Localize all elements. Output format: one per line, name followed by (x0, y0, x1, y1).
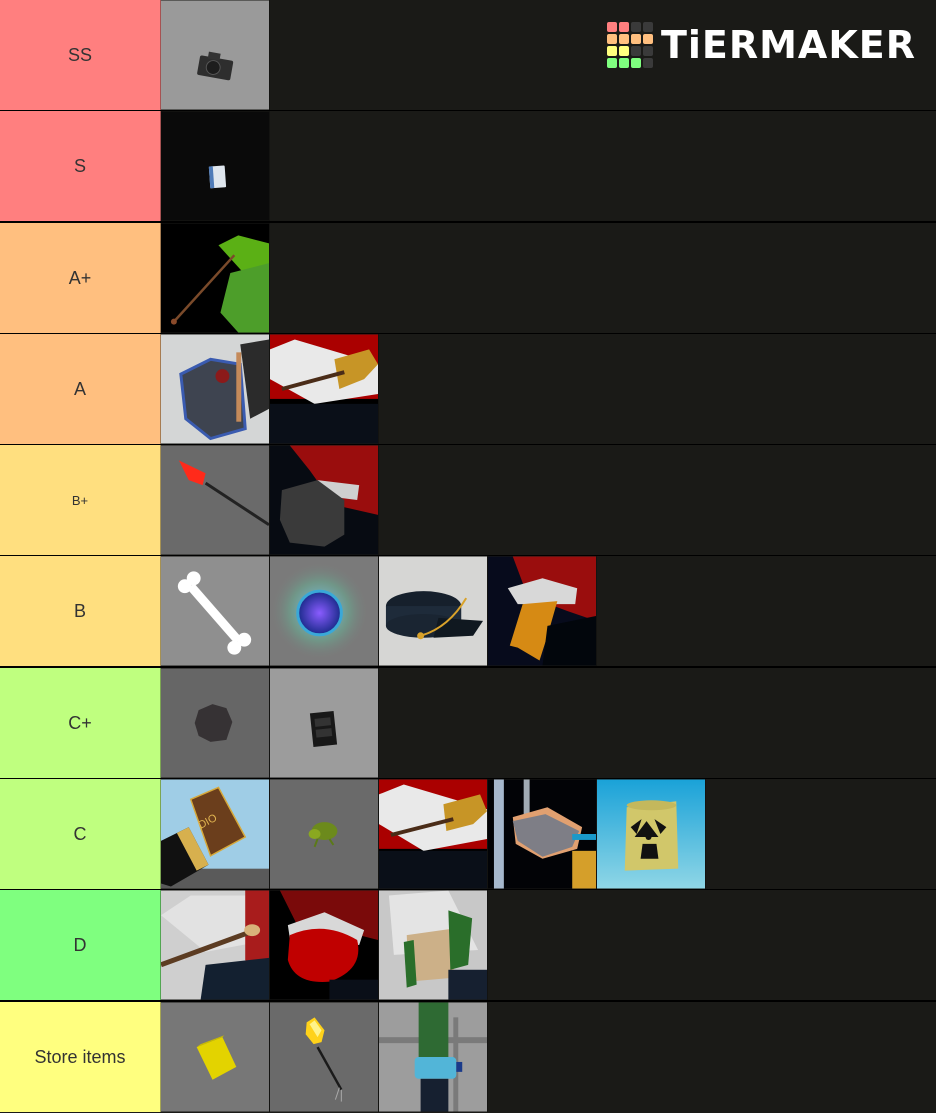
camera-icon (161, 0, 269, 110)
item-book[interactable] (161, 111, 270, 221)
stone-mask-icon (161, 334, 269, 444)
tier-row-c-plus: C+ (0, 668, 936, 778)
item-camera[interactable] (161, 0, 270, 110)
item-blue-orb[interactable] (270, 556, 379, 666)
item-rock-hand[interactable] (488, 779, 597, 889)
logo-grid-cell (630, 34, 641, 44)
item-cap[interactable] (379, 556, 488, 666)
logo-grid-cell (630, 46, 641, 56)
tier-label[interactable]: SS (0, 0, 161, 110)
radioactive-barrel-icon (597, 779, 705, 889)
green-arrow-icon (161, 223, 269, 333)
logo-grid-cell (618, 22, 629, 32)
logo-text: TiERMAKER (660, 23, 916, 67)
orange-cloth-hand-icon (488, 556, 596, 666)
water-bottle-icon (379, 1002, 487, 1112)
logo-grid-cell (642, 46, 653, 56)
item-stone-mask[interactable] (161, 334, 270, 444)
torch-arrow-icon (270, 1002, 378, 1112)
tier-row-d: D (0, 890, 936, 1000)
dark-rock-icon (161, 668, 269, 778)
item-wooden-stick[interactable] (161, 890, 270, 1000)
tier-row-b: B (0, 556, 936, 666)
yellow-block-icon (161, 1002, 269, 1112)
dio-diary-icon: DIO (161, 779, 269, 889)
cassette-icon (270, 668, 378, 778)
item-red-blob[interactable] (270, 890, 379, 1000)
tier-items (161, 890, 488, 1000)
frog-icon (270, 779, 378, 889)
tier-row-store-items: Store items (0, 1002, 936, 1113)
tier-items (161, 334, 379, 444)
red-arrow-icon (161, 445, 269, 555)
tier-label[interactable]: B+ (0, 445, 161, 555)
green-boot-icon (379, 890, 487, 1000)
item-paint-palette-2[interactable] (379, 779, 488, 889)
item-dark-rock[interactable] (161, 668, 270, 778)
logo-grid-cell (618, 58, 629, 68)
tier-row-b-plus: B+ (0, 445, 936, 555)
logo-grid-icon (606, 22, 653, 68)
logo-grid-cell (642, 22, 653, 32)
wooden-stick-icon (161, 890, 269, 1000)
tier-label[interactable]: S (0, 111, 161, 221)
tier-row-ss: SS TiERMAKER (0, 0, 936, 110)
item-frog[interactable] (270, 779, 379, 889)
logo-grid-cell (630, 58, 641, 68)
tier-items (161, 111, 270, 221)
item-green-boot[interactable] (379, 890, 488, 1000)
item-green-arrow[interactable] (161, 223, 270, 333)
item-gray-stone-hand[interactable] (270, 445, 379, 555)
logo-grid-cell (642, 58, 653, 68)
item-cassette[interactable] (270, 668, 379, 778)
item-red-arrow[interactable] (161, 445, 270, 555)
paint-palette-icon (270, 334, 378, 444)
item-dio-diary[interactable]: DIO (161, 779, 270, 889)
tier-row-a: A (0, 334, 936, 444)
logo-grid-cell (618, 46, 629, 56)
book-icon (161, 111, 269, 221)
tier-list: SS TiERMAKER S A+ A B+ B C+ C DIO D Stor… (0, 0, 936, 1113)
logo-grid-cell (606, 46, 617, 56)
blue-orb-icon (270, 556, 378, 666)
logo-grid-cell (630, 22, 641, 32)
tier-row-c: C DIO (0, 779, 936, 889)
tier-items: DIO (161, 779, 706, 889)
tier-label[interactable]: A (0, 334, 161, 444)
tier-items (161, 1002, 488, 1112)
logo-grid-cell (606, 22, 617, 32)
cap-icon (379, 556, 487, 666)
logo-grid-cell (606, 34, 617, 44)
tier-items (161, 223, 270, 333)
item-orange-cloth-hand[interactable] (488, 556, 597, 666)
item-torch-arrow[interactable] (270, 1002, 379, 1112)
tiermaker-logo: TiERMAKER (606, 21, 916, 69)
logo-grid-cell (642, 34, 653, 44)
tier-items (161, 0, 270, 110)
tier-label[interactable]: D (0, 890, 161, 1000)
item-bone[interactable] (161, 556, 270, 666)
tier-label[interactable]: B (0, 556, 161, 666)
tier-label[interactable]: A+ (0, 223, 161, 333)
tier-row-s: S (0, 111, 936, 221)
rock-hand-icon (488, 779, 596, 889)
item-water-bottle[interactable] (379, 1002, 488, 1112)
tier-label[interactable]: C (0, 779, 161, 889)
red-blob-icon (270, 890, 378, 1000)
tier-items (161, 668, 379, 778)
logo-grid-cell (618, 34, 629, 44)
item-radioactive-barrel[interactable] (597, 779, 706, 889)
tier-label[interactable]: C+ (0, 668, 161, 778)
bone-icon (161, 556, 269, 666)
tier-items (161, 556, 597, 666)
item-yellow-block[interactable] (161, 1002, 270, 1112)
gray-stone-hand-icon (270, 445, 378, 555)
logo-grid-cell (606, 58, 617, 68)
item-paint-palette[interactable] (270, 334, 379, 444)
tier-label[interactable]: Store items (0, 1002, 161, 1112)
paint-palette-icon (379, 779, 487, 889)
tier-row-a-plus: A+ (0, 223, 936, 333)
tier-items (161, 445, 379, 555)
